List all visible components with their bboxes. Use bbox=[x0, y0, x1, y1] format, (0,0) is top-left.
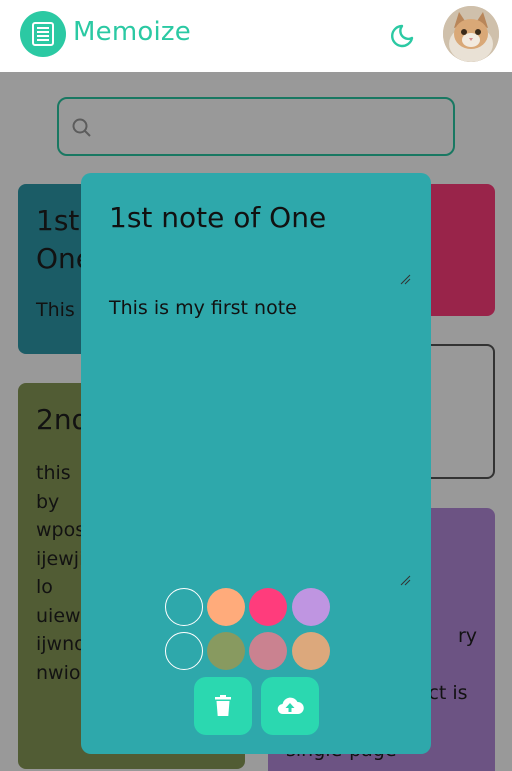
color-swatch-lavender[interactable] bbox=[292, 588, 330, 626]
resize-handle-icon[interactable] bbox=[399, 574, 411, 586]
note-body-field[interactable]: This is my first note bbox=[109, 297, 409, 319]
moon-icon[interactable] bbox=[390, 21, 418, 49]
avatar[interactable] bbox=[443, 6, 499, 62]
color-swatch-pink[interactable] bbox=[249, 588, 287, 626]
resize-handle-icon[interactable] bbox=[399, 273, 411, 285]
color-swatch-peach[interactable] bbox=[207, 588, 245, 626]
app-header: Memoize bbox=[0, 0, 512, 72]
color-swatch-olive[interactable] bbox=[207, 632, 245, 670]
color-swatch-teal[interactable] bbox=[165, 632, 203, 670]
app-title[interactable]: Memoize bbox=[73, 17, 191, 47]
cloud-upload-icon bbox=[277, 697, 304, 715]
notes-icon[interactable] bbox=[20, 11, 66, 57]
color-swatch-rose[interactable] bbox=[249, 632, 287, 670]
note-title-field[interactable]: 1st note of One bbox=[109, 201, 409, 234]
delete-button[interactable] bbox=[194, 677, 252, 735]
color-swatch-teal[interactable] bbox=[165, 588, 203, 626]
color-swatch-tan[interactable] bbox=[292, 632, 330, 670]
trash-icon bbox=[215, 695, 231, 716]
notes-board: 1st note of One This is my first note 2n… bbox=[0, 72, 512, 771]
save-button[interactable] bbox=[261, 677, 319, 735]
edit-note-modal: 1st note of One This is my first note bbox=[81, 173, 431, 754]
